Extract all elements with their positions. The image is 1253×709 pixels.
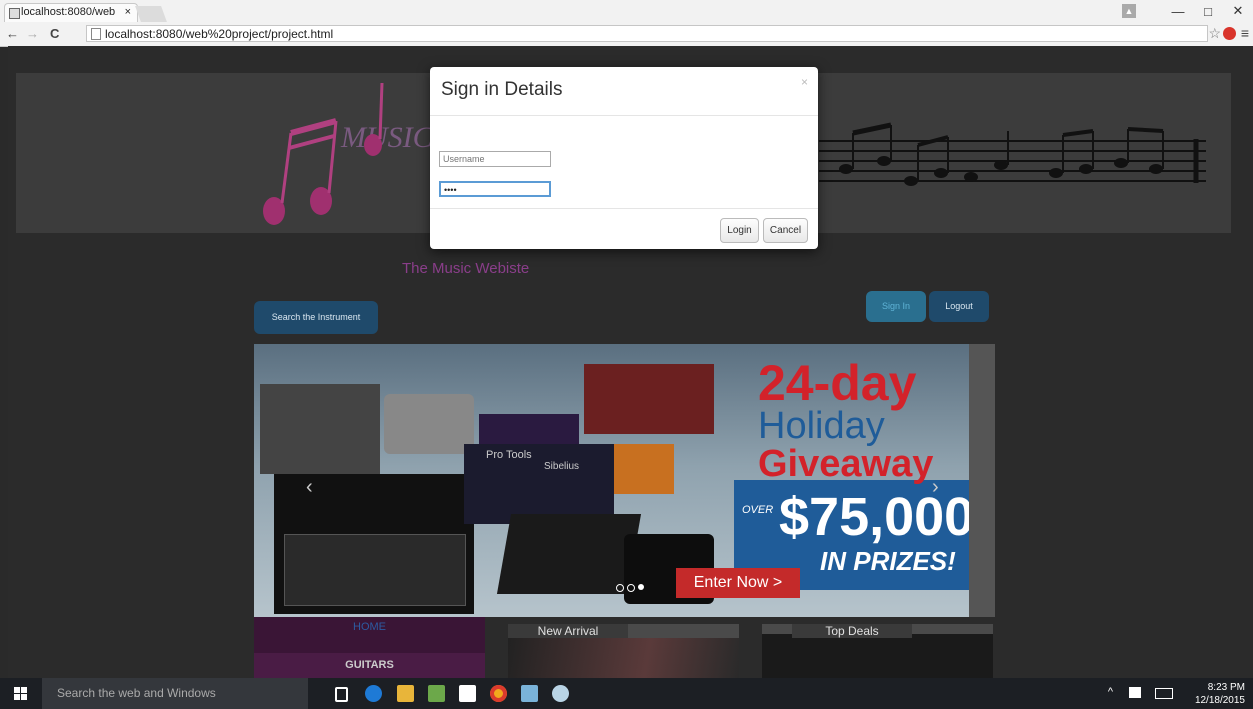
new-arrival-label: New Arrival bbox=[508, 624, 628, 638]
logout-button[interactable]: Logout bbox=[929, 291, 989, 322]
sign-in-button[interactable]: Sign In bbox=[866, 291, 926, 322]
tab-close-icon[interactable]: × bbox=[125, 6, 131, 18]
banner-holiday: Holiday bbox=[758, 405, 885, 447]
carousel-next-icon[interactable]: › bbox=[932, 476, 939, 499]
top-deals-label: Top Deals bbox=[792, 624, 912, 638]
top-deals-card[interactable]: Top Deals bbox=[762, 624, 993, 678]
search-instrument-button[interactable]: Search the Instrument bbox=[254, 301, 378, 334]
page-icon bbox=[91, 28, 101, 40]
user-profile-icon[interactable]: ▲ bbox=[1122, 4, 1136, 18]
clock-date: 12/18/2015 bbox=[1194, 695, 1245, 706]
file-explorer-icon[interactable] bbox=[397, 685, 414, 702]
sign-in-modal: Sign in Details × •••• Login Cancel bbox=[430, 67, 818, 249]
browser-toolbar: ← → C localhost:8080/web%20project/proje… bbox=[0, 22, 1253, 47]
store-icon[interactable] bbox=[459, 685, 476, 702]
action-center-icon[interactable] bbox=[1129, 687, 1141, 698]
window-controls: — □ ✕ bbox=[1163, 0, 1253, 22]
carousel-prev-icon[interactable]: ‹ bbox=[306, 476, 313, 499]
modal-title: Sign in Details bbox=[441, 79, 563, 100]
taskbar-clock[interactable]: 8:23 PM 12/18/2015 bbox=[1195, 681, 1245, 707]
browser-menu-icon[interactable]: ≡ bbox=[1241, 25, 1249, 41]
username-input[interactable] bbox=[439, 151, 551, 167]
tab-title: localhost:8080/web bbox=[21, 6, 116, 18]
reload-button[interactable]: C bbox=[50, 26, 59, 41]
carousel-indicators[interactable] bbox=[616, 584, 644, 592]
eclipse-icon[interactable] bbox=[552, 685, 569, 702]
clock-time: 8:23 PM bbox=[1207, 682, 1245, 693]
instruments-collage: Pro Tools Sibelius bbox=[254, 344, 734, 617]
banner-24-day: 24-day bbox=[758, 355, 917, 411]
taskbar-search-box[interactable]: Search the web and Windows bbox=[42, 678, 308, 709]
edge-browser-icon[interactable] bbox=[365, 685, 382, 702]
pro-tools-label: Pro Tools bbox=[486, 449, 532, 461]
task-view-icon[interactable] bbox=[335, 687, 348, 702]
modal-close-icon[interactable]: × bbox=[801, 75, 808, 89]
holiday-giveaway-carousel[interactable]: Pro Tools Sibelius 24-day Holiday Giveaw… bbox=[254, 344, 995, 617]
java-app-icon[interactable] bbox=[521, 685, 538, 702]
enter-now-button[interactable]: Enter Now > bbox=[676, 568, 800, 598]
tray-chevron-icon[interactable]: ^ bbox=[1108, 686, 1113, 698]
url-text: localhost:8080/web%20project/project.htm… bbox=[105, 27, 334, 41]
back-button[interactable]: ← bbox=[6, 26, 19, 41]
new-arrival-card[interactable]: New Arrival bbox=[508, 624, 739, 678]
cancel-button[interactable]: Cancel bbox=[763, 218, 808, 243]
nav-home-link[interactable]: HOME bbox=[254, 621, 485, 633]
close-window-button[interactable]: ✕ bbox=[1223, 3, 1253, 19]
forward-button[interactable]: → bbox=[26, 26, 39, 41]
modal-divider bbox=[430, 115, 818, 116]
modal-footer-divider bbox=[430, 208, 818, 209]
password-input[interactable]: •••• bbox=[439, 181, 551, 197]
banner-prizes: IN PRIZES! bbox=[820, 546, 956, 576]
nav-guitars-link[interactable]: GUITARS bbox=[254, 653, 485, 678]
site-title: The Music Webiste bbox=[402, 260, 530, 277]
sibelius-label: Sibelius bbox=[544, 461, 580, 472]
bookmark-star-icon[interactable]: ☆ bbox=[1208, 25, 1221, 42]
browser-tab-bar: localhost:8080/web × ▲ — □ ✕ bbox=[0, 0, 1253, 22]
new-tab-button[interactable] bbox=[135, 6, 167, 22]
windows-taskbar: Search the web and Windows ^ 8:23 PM 12/… bbox=[0, 678, 1253, 709]
banner-over: OVER bbox=[742, 504, 774, 516]
banner-giveaway: Giveaway bbox=[758, 443, 934, 485]
keyboard-icon[interactable] bbox=[1155, 688, 1173, 699]
address-bar[interactable]: localhost:8080/web%20project/project.htm… bbox=[86, 25, 1208, 42]
chrome-icon[interactable] bbox=[490, 685, 507, 702]
banner-amount: $75,000 bbox=[779, 487, 975, 547]
minimize-button[interactable]: — bbox=[1163, 4, 1193, 19]
left-nav-menu: HOME GUITARS bbox=[254, 617, 485, 678]
notepad-icon[interactable] bbox=[428, 685, 445, 702]
windows-start-icon[interactable] bbox=[14, 687, 27, 700]
login-button[interactable]: Login bbox=[720, 218, 759, 243]
page-favicon-icon bbox=[9, 8, 20, 19]
adblock-icon[interactable] bbox=[1223, 27, 1236, 40]
browser-tab[interactable]: localhost:8080/web × bbox=[4, 3, 138, 22]
maximize-button[interactable]: □ bbox=[1193, 4, 1223, 19]
